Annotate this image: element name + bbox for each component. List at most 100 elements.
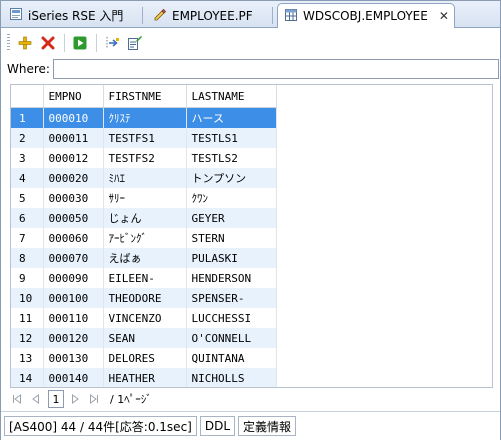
empno-cell[interactable]: 000010 [43, 107, 104, 128]
firstnme-cell[interactable]: THEODORE [103, 288, 187, 308]
lastname-cell[interactable]: ハース [186, 107, 277, 128]
lastname-cell[interactable]: TESTLS1 [186, 128, 277, 148]
firstnme-cell[interactable]: えばぁ [103, 248, 187, 268]
table-row[interactable]: 2 000011 TESTFS1 TESTLS1 [11, 128, 277, 148]
tab-label: iSeries RSE 入門 [28, 9, 124, 23]
empno-cell[interactable]: 000011 [43, 128, 104, 148]
lastname-cell[interactable]: QUINTANA [186, 348, 277, 368]
row-number-cell[interactable]: 4 [11, 168, 44, 188]
lastname-cell[interactable]: ｸﾜﾝ [186, 188, 277, 208]
row-number-cell[interactable]: 1 [11, 107, 44, 128]
where-input[interactable] [52, 59, 499, 79]
table-row[interactable]: 5 000030 ｻﾘｰ ｸﾜﾝ [11, 188, 277, 208]
row-number-cell[interactable]: 3 [11, 148, 44, 168]
table-row[interactable]: 11 000110 VINCENZO LUCCHESSI [11, 308, 277, 328]
table-row[interactable]: 1 000010 ｸﾘｽﾃ ハース [11, 107, 277, 128]
firstnme-cell[interactable]: ｱｰﾋﾞﾝｸﾞ [103, 228, 187, 248]
lastname-cell[interactable]: O'CONNELL [186, 328, 277, 348]
empno-cell[interactable]: 000120 [43, 328, 104, 348]
add-row-button[interactable] [14, 32, 36, 54]
column-header-empno[interactable]: EMPNO [43, 85, 104, 108]
row-number-cell[interactable]: 9 [11, 268, 44, 288]
firstnme-cell[interactable]: ﾐﾊｴ [103, 168, 187, 188]
empno-cell[interactable]: 000020 [43, 168, 104, 188]
prev-page-button[interactable] [28, 391, 44, 407]
next-page-button[interactable] [67, 391, 83, 407]
firstnme-cell[interactable]: HEATHER [103, 368, 187, 387]
row-number-cell[interactable]: 13 [11, 348, 44, 368]
firstnme-cell[interactable]: VINCENZO [103, 308, 187, 328]
lastname-cell[interactable]: NICHOLLS [186, 368, 277, 387]
row-number-cell[interactable]: 5 [11, 188, 44, 208]
row-number-cell[interactable]: 10 [11, 288, 44, 308]
empno-cell[interactable]: 000070 [43, 248, 104, 268]
table-row[interactable]: 4 000020 ﾐﾊｴ トンプソン [11, 168, 277, 188]
prev-page-icon [32, 394, 39, 404]
lastname-cell[interactable]: GEYER [186, 208, 277, 228]
lastname-cell[interactable]: HENDERSON [186, 268, 277, 288]
table-row[interactable]: 10 000100 THEODORE SPENSER- [11, 288, 277, 308]
table-row[interactable]: 6 000050 じょん GEYER [11, 208, 277, 228]
firstnme-cell[interactable]: じょん [103, 208, 187, 228]
empno-cell[interactable]: 000110 [43, 308, 104, 328]
empno-cell[interactable]: 000012 [43, 148, 104, 168]
firstnme-cell[interactable]: DELORES [103, 348, 187, 368]
lastname-cell[interactable]: トンプソン [186, 168, 277, 188]
firstnme-cell[interactable]: EILEEN- [103, 268, 187, 288]
tab-rse-intro[interactable]: iSeries RSE 入門 [3, 4, 143, 27]
column-header-firstnme[interactable]: FIRSTNME [103, 85, 187, 108]
lastname-cell[interactable]: LUCCHESSI [186, 308, 277, 328]
empno-cell[interactable]: 000100 [43, 288, 104, 308]
delete-row-button[interactable] [37, 32, 59, 54]
page-count-label: / 1ﾍﾟｰｼﾞ [110, 393, 152, 406]
firstnme-cell[interactable]: ｸﾘｽﾃ [103, 107, 187, 128]
row-number-cell[interactable]: 6 [11, 208, 44, 228]
row-number-cell[interactable]: 14 [11, 368, 44, 387]
pencil-file-icon [153, 7, 167, 24]
table-row[interactable]: 14 000140 HEATHER NICHOLLS [11, 368, 277, 387]
firstnme-cell[interactable]: ｻﾘｰ [103, 188, 187, 208]
lastname-cell[interactable]: TESTLS2 [186, 148, 277, 168]
run-button[interactable] [69, 32, 91, 54]
lastname-cell[interactable]: PULASKI [186, 248, 277, 268]
result-summary: [AS400] 44 / 44件[応答:0.1sec] [4, 416, 197, 436]
firstnme-cell[interactable]: TESTFS1 [103, 128, 187, 148]
firstnme-cell[interactable]: SEAN [103, 328, 187, 348]
tab-wdscobj-employee[interactable]: WDSCOBJ.EMPLOYEE ✕ [277, 3, 455, 28]
empno-cell[interactable]: 000130 [43, 348, 104, 368]
empno-cell[interactable]: 000140 [43, 368, 104, 387]
row-number-cell[interactable]: 8 [11, 248, 44, 268]
row-number-cell[interactable]: 11 [11, 308, 44, 328]
table-row[interactable]: 3 000012 TESTFS2 TESTLS2 [11, 148, 277, 168]
close-icon[interactable]: ✕ [439, 9, 449, 23]
table-row[interactable]: 12 000120 SEAN O'CONNELL [11, 328, 277, 348]
table-row[interactable]: 8 000070 えばぁ PULASKI [11, 248, 277, 268]
lastname-cell[interactable]: SPENSER- [186, 288, 277, 308]
definition-info-button[interactable]: 定義情報 [238, 416, 297, 436]
empno-cell[interactable]: 000090 [43, 268, 104, 288]
empno-cell[interactable]: 000060 [43, 228, 104, 248]
last-page-button[interactable] [86, 391, 102, 407]
last-page-icon [90, 394, 98, 404]
empno-cell[interactable]: 000030 [43, 188, 104, 208]
row-number-cell[interactable]: 2 [11, 128, 44, 148]
row-number-cell[interactable]: 12 [11, 328, 44, 348]
column-header-lastname[interactable]: LASTNAME [186, 85, 277, 108]
table-row[interactable]: 13 000130 DELORES QUINTANA [11, 348, 277, 368]
table-row[interactable]: 7 000060 ｱｰﾋﾞﾝｸﾞ STERN [11, 228, 277, 248]
row-number-cell[interactable]: 7 [11, 228, 44, 248]
tab-employee-pf[interactable]: EMPLOYEE.PF [147, 4, 273, 27]
edit-properties-button[interactable] [124, 32, 146, 54]
export-button[interactable] [101, 32, 123, 54]
toolbar-grip[interactable] [7, 34, 10, 52]
toolbar-separator [64, 34, 65, 52]
table-row[interactable]: 9 000090 EILEEN- HENDERSON [11, 268, 277, 288]
tab-divider [272, 7, 273, 24]
current-page-field[interactable]: 1 [48, 390, 64, 408]
first-page-button[interactable] [9, 391, 25, 407]
lastname-cell[interactable]: STERN [186, 228, 277, 248]
firstnme-cell[interactable]: TESTFS2 [103, 148, 187, 168]
empno-cell[interactable]: 000050 [43, 208, 104, 228]
ddl-button[interactable]: DDL [199, 416, 236, 436]
delete-row-icon [41, 36, 55, 50]
